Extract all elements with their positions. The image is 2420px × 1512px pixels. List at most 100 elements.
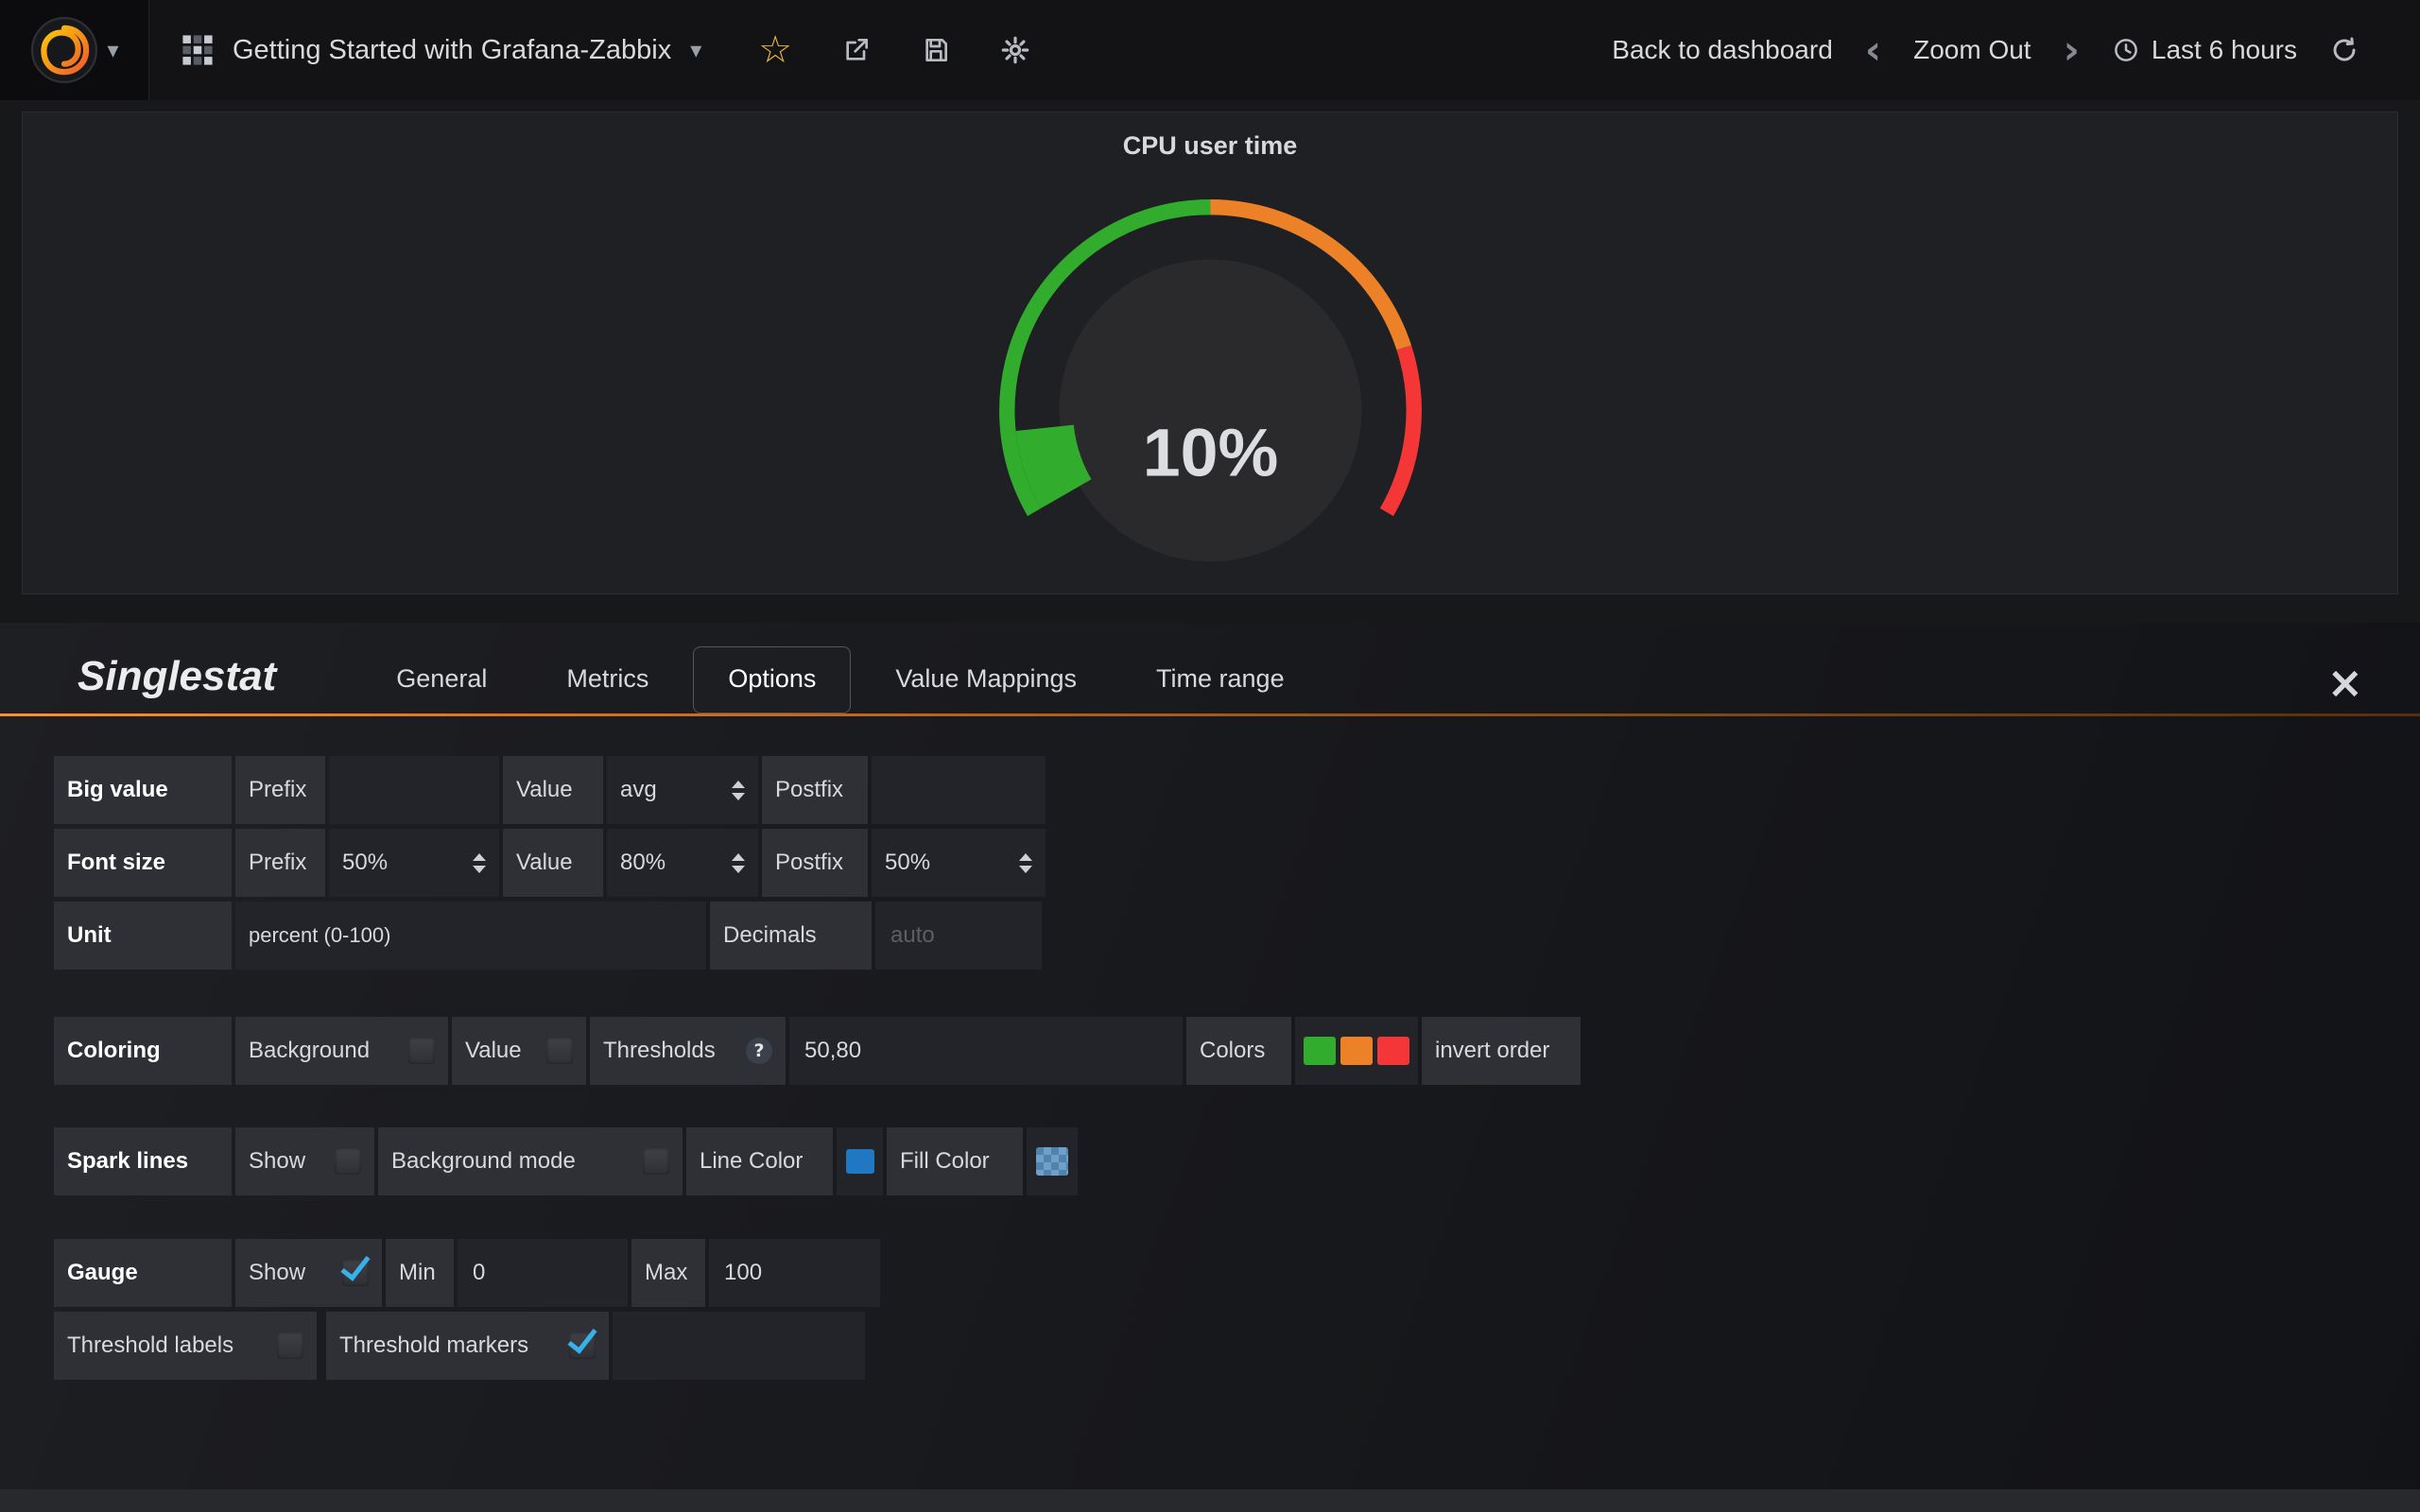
chevron-down-icon: ▾ bbox=[107, 39, 118, 61]
gauge-show-checkbox[interactable] bbox=[342, 1260, 369, 1286]
spark-lines-label: Spark lines bbox=[54, 1127, 232, 1195]
value-function-select[interactable]: avg bbox=[607, 756, 758, 824]
background-mode-label: Background mode bbox=[391, 1148, 576, 1175]
dashboard-title: Getting Started with Grafana-Zabbix bbox=[233, 35, 671, 66]
big-value-prefix-input[interactable] bbox=[329, 756, 499, 824]
tab-time-range[interactable]: Time range bbox=[1121, 646, 1320, 713]
gauge-arc-red bbox=[1386, 348, 1413, 512]
threshold-labels-label: Threshold labels bbox=[67, 1332, 233, 1359]
font-size-row: Font size Prefix 50% Value 80% Postfix 5… bbox=[54, 829, 2420, 897]
dashboard-picker[interactable]: Getting Started with Grafana-Zabbix ▾ bbox=[182, 34, 701, 66]
thresholds-label-cell: Thresholds ? bbox=[590, 1017, 786, 1085]
navbar-right: Back to dashboard ‹ Zoom Out › Last 6 ho… bbox=[1612, 34, 2420, 66]
color-swatch-green[interactable] bbox=[1304, 1037, 1336, 1065]
coloring-label: Coloring bbox=[54, 1017, 232, 1085]
coloring-value-toggle[interactable]: Value bbox=[452, 1017, 586, 1085]
zoom-out-button[interactable]: Zoom Out bbox=[1913, 35, 2031, 65]
navbar-actions: ☆ bbox=[758, 31, 1030, 69]
invert-order-button[interactable]: invert order bbox=[1422, 1017, 1581, 1085]
panel-title[interactable]: CPU user time bbox=[23, 112, 2397, 161]
min-label: Min bbox=[386, 1239, 454, 1307]
big-value-postfix-input[interactable] bbox=[872, 756, 1046, 824]
star-button[interactable]: ☆ bbox=[758, 31, 792, 69]
value-label: Value bbox=[503, 756, 603, 824]
color-swatch-red[interactable] bbox=[1377, 1037, 1409, 1065]
value-size-select[interactable]: 80% bbox=[607, 829, 758, 897]
threshold-options-row: Threshold labels Threshold markers bbox=[54, 1312, 2420, 1380]
spark-show-toggle[interactable]: Show bbox=[235, 1127, 374, 1195]
close-editor-button[interactable]: × bbox=[2326, 661, 2363, 713]
unit-value: percent (0-100) bbox=[249, 923, 390, 948]
dashboard-grid-icon bbox=[182, 34, 214, 66]
line-color-label: Line Color bbox=[686, 1127, 833, 1195]
threshold-markers-toggle[interactable]: Threshold markers bbox=[326, 1312, 609, 1380]
prefix-label: Prefix bbox=[235, 756, 325, 824]
tab-general[interactable]: General bbox=[361, 646, 522, 713]
min-input[interactable] bbox=[458, 1239, 628, 1307]
spinner-icon bbox=[1019, 853, 1032, 873]
max-input[interactable] bbox=[709, 1239, 880, 1307]
save-icon bbox=[921, 35, 951, 65]
save-button[interactable] bbox=[921, 35, 951, 65]
gauge-show-toggle[interactable]: Show bbox=[235, 1239, 382, 1307]
thresholds-input[interactable] bbox=[789, 1017, 1183, 1085]
top-navbar: ▾ Getting Started with Grafana-Zabbix ▾ … bbox=[0, 0, 2420, 100]
font-size-label: Font size bbox=[54, 829, 232, 897]
time-shift-right-button[interactable]: › bbox=[2064, 34, 2080, 66]
value-checkbox[interactable] bbox=[546, 1038, 573, 1064]
spinner-icon bbox=[732, 853, 745, 873]
big-value-label: Big value bbox=[54, 756, 232, 824]
background-mode-toggle[interactable]: Background mode bbox=[378, 1127, 683, 1195]
threshold-markers-checkbox[interactable] bbox=[569, 1332, 596, 1359]
line-color-swatch[interactable] bbox=[846, 1149, 874, 1174]
unit-label: Unit bbox=[54, 902, 232, 970]
time-range-picker[interactable]: Last 6 hours bbox=[2112, 35, 2297, 65]
value-size-value: 80% bbox=[620, 850, 666, 876]
threshold-markers-label: Threshold markers bbox=[339, 1332, 528, 1359]
chevron-down-icon: ▾ bbox=[690, 39, 701, 61]
color-swatch-orange[interactable] bbox=[1340, 1037, 1373, 1065]
tab-metrics[interactable]: Metrics bbox=[531, 646, 683, 713]
refresh-button[interactable] bbox=[2329, 35, 2360, 65]
gauge-face bbox=[1059, 260, 1361, 562]
value-label: Value bbox=[503, 829, 603, 897]
fill-color-label: Fill Color bbox=[887, 1127, 1023, 1195]
coloring-row: Coloring Background Value Thresholds ? C… bbox=[54, 1017, 2420, 1085]
share-button[interactable] bbox=[841, 35, 872, 65]
decimals-label: Decimals bbox=[710, 902, 872, 970]
threshold-labels-toggle[interactable]: Threshold labels bbox=[54, 1312, 317, 1380]
unit-row: Unit percent (0-100) Decimals bbox=[54, 902, 2420, 970]
postfix-size-value: 50% bbox=[885, 850, 930, 876]
prefix-size-select[interactable]: 50% bbox=[329, 829, 499, 897]
threshold-labels-checkbox[interactable] bbox=[277, 1332, 303, 1359]
gauge-container: 10% bbox=[23, 163, 2397, 589]
help-icon[interactable]: ? bbox=[746, 1038, 772, 1064]
background-label: Background bbox=[249, 1038, 370, 1064]
postfix-size-select[interactable]: 50% bbox=[872, 829, 1046, 897]
postfix-label: Postfix bbox=[762, 756, 868, 824]
spinner-icon bbox=[732, 781, 745, 800]
show-label: Show bbox=[249, 1148, 305, 1175]
unit-select[interactable]: percent (0-100) bbox=[235, 902, 706, 970]
decimals-input[interactable] bbox=[875, 902, 1042, 970]
coloring-background-toggle[interactable]: Background bbox=[235, 1017, 448, 1085]
fill-color-swatch[interactable] bbox=[1036, 1147, 1068, 1176]
time-shift-left-button[interactable]: ‹ bbox=[1865, 34, 1881, 66]
spark-lines-row: Spark lines Show Background mode Line Co… bbox=[54, 1127, 2420, 1195]
prefix-label: Prefix bbox=[235, 829, 325, 897]
editor-tabs: General Metrics Options Value Mappings T… bbox=[361, 646, 1319, 713]
tab-options[interactable]: Options bbox=[693, 646, 851, 713]
settings-button[interactable] bbox=[1000, 35, 1030, 65]
back-to-dashboard-button[interactable]: Back to dashboard bbox=[1612, 35, 1833, 65]
tab-value-mappings[interactable]: Value Mappings bbox=[860, 646, 1112, 713]
spark-show-checkbox[interactable] bbox=[335, 1148, 361, 1175]
panel-type-title: Singlestat bbox=[78, 653, 276, 713]
background-mode-checkbox[interactable] bbox=[643, 1148, 669, 1175]
thresholds-label: Thresholds bbox=[603, 1038, 716, 1064]
grafana-main-menu[interactable]: ▾ bbox=[0, 0, 149, 100]
background-checkbox[interactable] bbox=[408, 1038, 435, 1064]
gauge-row: Gauge Show Min Max bbox=[54, 1239, 2420, 1307]
fill-color-cell bbox=[1027, 1127, 1078, 1195]
value-function-value: avg bbox=[620, 777, 657, 803]
share-icon bbox=[841, 35, 872, 65]
